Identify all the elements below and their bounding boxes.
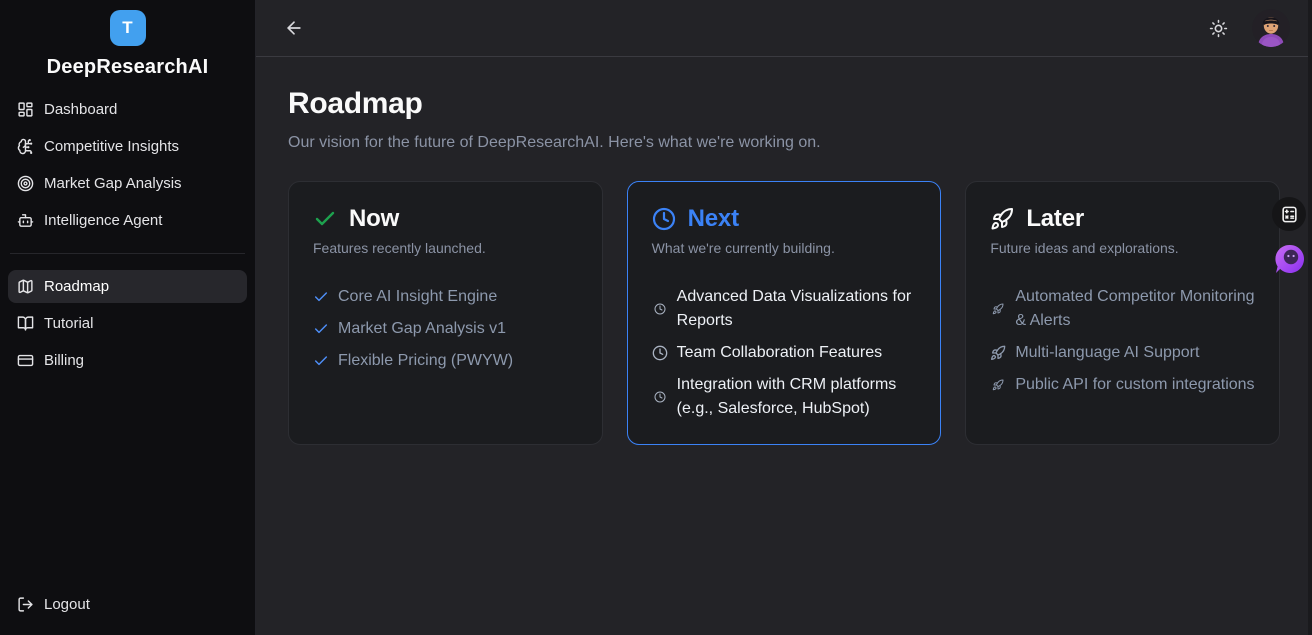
card-title: Now [349, 205, 399, 233]
topbar [256, 0, 1312, 57]
list-item: Integration with CRM platforms (e.g., Sa… [652, 373, 917, 421]
list-item-text: Team Collaboration Features [677, 341, 882, 365]
sidebar-item-competitive-insights[interactable]: Competitive Insights [8, 130, 247, 163]
check-icon [313, 289, 329, 305]
sidebar-item-intelligence-agent[interactable]: Intelligence Agent [8, 204, 247, 237]
card-title: Later [1026, 205, 1084, 233]
main-area: Roadmap Our vision for the future of Dee… [256, 0, 1312, 635]
calculator-widget-button[interactable] [1272, 197, 1306, 231]
sidebar-item-label: Dashboard [44, 101, 117, 118]
brain-circuit-icon [17, 138, 34, 155]
layout-dashboard-icon [17, 101, 34, 118]
list-item-text: Advanced Data Visualizations for Reports [677, 285, 917, 333]
app-logo-letter: T [122, 18, 132, 38]
card-subtitle: Features recently launched. [313, 240, 578, 256]
check-icon [313, 207, 337, 231]
card-next: Next What we're currently building. Adva… [627, 181, 942, 445]
list-item-text: Automated Competitor Monitoring & Alerts [1015, 285, 1255, 333]
roadmap-cards: Now Features recently launched. Core AI … [288, 181, 1280, 445]
list-item-text: Core AI Insight Engine [338, 285, 497, 309]
clock-icon [652, 345, 668, 361]
list-item: Team Collaboration Features [652, 341, 917, 365]
card-later: Later Future ideas and explorations. Aut… [965, 181, 1280, 445]
book-open-icon [17, 315, 34, 332]
card-now: Now Features recently launched. Core AI … [288, 181, 603, 445]
sidebar-divider [10, 253, 245, 254]
bot-icon [17, 212, 34, 229]
clock-icon [654, 303, 666, 315]
sun-icon [1209, 19, 1228, 38]
check-icon [313, 353, 329, 369]
credit-card-icon [17, 352, 34, 369]
assistant-widget-button[interactable] [1274, 243, 1306, 275]
list-item-text: Integration with CRM platforms (e.g., Sa… [677, 373, 917, 421]
list-item: Core AI Insight Engine [313, 285, 578, 309]
sidebar-item-label: Intelligence Agent [44, 212, 162, 229]
avatar-image [1252, 9, 1290, 47]
card-subtitle: Future ideas and explorations. [990, 240, 1255, 256]
sidebar-item-tutorial[interactable]: Tutorial [8, 307, 247, 340]
back-button[interactable] [278, 12, 310, 44]
theme-toggle-button[interactable] [1202, 12, 1234, 44]
calculator-icon [1280, 205, 1299, 224]
sidebar-item-label: Competitive Insights [44, 138, 179, 155]
logout-label: Logout [44, 596, 90, 613]
list-item-text: Flexible Pricing (PWYW) [338, 349, 513, 373]
logout-button[interactable]: Logout [8, 587, 247, 621]
sidebar: T DeepResearchAI Dashboard Competitive I… [0, 0, 256, 635]
rocket-icon [992, 379, 1004, 391]
sidebar-nav: Dashboard Competitive Insights Market Ga… [8, 93, 247, 377]
list-item: Multi-language AI Support [990, 341, 1255, 365]
assistant-logo-icon [1274, 243, 1306, 275]
page-title: Roadmap [288, 87, 1280, 121]
sidebar-item-billing[interactable]: Billing [8, 344, 247, 377]
sidebar-item-label: Tutorial [44, 315, 93, 332]
sidebar-item-label: Billing [44, 352, 84, 369]
scrollbar-track[interactable] [1308, 0, 1312, 635]
list-item: Automated Competitor Monitoring & Alerts [990, 285, 1255, 333]
list-item-text: Public API for custom integrations [1015, 373, 1254, 397]
sidebar-item-roadmap[interactable]: Roadmap [8, 270, 247, 303]
page-subtitle: Our vision for the future of DeepResearc… [288, 134, 1280, 152]
roadmap-page: Roadmap Our vision for the future of Dee… [256, 57, 1312, 475]
arrow-left-icon [284, 18, 304, 38]
list-item-text: Market Gap Analysis v1 [338, 317, 506, 341]
map-icon [17, 278, 34, 295]
clock-icon [652, 207, 676, 231]
list-item: Advanced Data Visualizations for Reports [652, 285, 917, 333]
sidebar-item-dashboard[interactable]: Dashboard [8, 93, 247, 126]
check-icon [313, 321, 329, 337]
rocket-icon [990, 345, 1006, 361]
sidebar-item-label: Market Gap Analysis [44, 175, 182, 192]
target-icon [17, 175, 34, 192]
card-title: Next [688, 205, 739, 233]
clock-icon [654, 391, 666, 403]
user-avatar[interactable] [1252, 9, 1290, 47]
sidebar-item-label: Roadmap [44, 278, 109, 295]
app-name: DeepResearchAI [8, 56, 247, 79]
card-subtitle: What we're currently building. [652, 240, 917, 256]
log-out-icon [17, 596, 34, 613]
rocket-icon [990, 207, 1014, 231]
app-logo[interactable]: T [110, 10, 146, 46]
rocket-icon [992, 303, 1004, 315]
list-item: Public API for custom integrations [990, 373, 1255, 397]
list-item: Flexible Pricing (PWYW) [313, 349, 578, 373]
list-item: Market Gap Analysis v1 [313, 317, 578, 341]
sidebar-item-market-gap-analysis[interactable]: Market Gap Analysis [8, 167, 247, 200]
list-item-text: Multi-language AI Support [1015, 341, 1199, 365]
